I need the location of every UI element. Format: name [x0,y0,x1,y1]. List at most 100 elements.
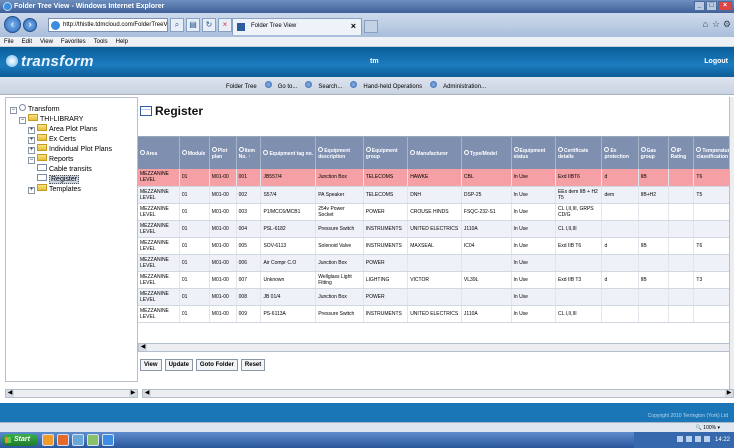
tree-node[interactable]: Cable transits [10,164,112,174]
tree-node[interactable]: + Ex Certs [10,134,112,144]
minimize-button[interactable]: _ [694,1,705,11]
close-window-button[interactable]: × [718,1,732,11]
tree-node[interactable]: + Individual Plot Plans [10,144,112,154]
column-header[interactable]: Ex protection [601,137,639,169]
menu-file[interactable]: File [4,37,14,46]
scroll-left-icon[interactable]: ◀ [6,390,14,397]
favorites-star-icon[interactable]: ☆ [712,19,720,30]
tree-node[interactable]: Register [10,174,112,184]
network-icon[interactable] [695,436,702,442]
tree-node[interactable]: − Transform [10,104,112,114]
menu-view[interactable]: View [40,37,53,46]
app-icon[interactable] [87,434,99,446]
column-header[interactable]: Equipment tag no. [260,137,317,169]
tray-icon[interactable] [677,436,684,442]
table-row[interactable]: MEZZANINE LEVEL 01 M01-00 003 P1/MCC6/MCB1 25… [138,203,734,221]
home-icon[interactable]: ⌂ [703,19,708,29]
column-header[interactable]: Type/Model [461,137,512,169]
expand-icon[interactable]: + [28,127,35,134]
refresh-icon[interactable]: ↻ [202,18,216,32]
menu-help[interactable]: Help [116,37,128,46]
nav-handheld[interactable]: Hand-held Operations [350,81,422,92]
column-header[interactable]: Temperature classification [693,137,734,169]
update-button[interactable]: Update [164,359,193,371]
outlook-icon[interactable] [42,434,54,446]
gear-icon[interactable]: ⚙ [723,19,731,30]
column-header[interactable]: Gas group [638,137,669,169]
reset-button[interactable]: Reset [240,359,266,371]
tab-close-icon[interactable]: × [351,19,356,34]
table-cell: 01 [179,220,210,238]
tray-icon[interactable] [686,436,693,442]
stop-icon[interactable]: × [218,18,232,32]
table-horizontal-scrollbar[interactable]: ◀ [138,343,734,352]
column-header[interactable]: Equipment status [511,137,556,169]
table-row[interactable]: MEZZANINE LEVEL 01 M01-00 008 JB 01/4 Junctio… [138,288,734,306]
goto-folder-button[interactable]: Goto Folder [195,359,238,371]
logout-link[interactable]: Logout [704,58,728,65]
ie-taskbar-icon[interactable] [102,434,114,446]
column-header[interactable]: Module [179,137,210,169]
table-row[interactable]: MEZZANINE LEVEL 01 M01-00 009 PS-6113A Pressu… [138,305,734,323]
collapse-icon[interactable]: − [19,117,26,124]
column-header[interactable]: IP Rating [668,137,695,169]
collapse-icon[interactable]: − [10,107,17,114]
column-header[interactable]: Area [138,137,180,169]
expand-icon[interactable]: + [28,137,35,144]
nav-strip: Folder Tree Go to... Search... Hand-held… [0,77,734,95]
table-row[interactable]: MEZZANINE LEVEL 01 M01-00 004 PSL-6182 Pressu… [138,220,734,238]
tree-node[interactable]: + Area Plot Plans [10,124,112,134]
menu-tools[interactable]: Tools [94,37,108,46]
nav-search[interactable]: Search... [305,81,342,92]
start-button[interactable]: Start [2,434,38,446]
compat-icon[interactable]: ▤ [186,18,200,32]
scroll-left-icon[interactable]: ◀ [139,344,147,351]
copyright-text: Copyright 2010 Terrington (York) Ltd [647,413,728,419]
tree-node[interactable]: + Templates [10,184,112,194]
scroll-right-icon[interactable]: ▶ [725,390,733,397]
column-header[interactable]: Manufacturer [407,137,462,169]
nav-administration[interactable]: Administration... [430,81,486,92]
report-icon [37,164,47,171]
nav-folder-tree[interactable]: Folder Tree [226,82,257,92]
address-bar[interactable]: http://thistle.tdmcloud.com/FolderTreeV [48,18,168,32]
table-cell [668,203,695,221]
table-row[interactable]: MEZZANINE LEVEL 01 M01-00 002 S57/4 PA Speake… [138,186,734,204]
table-row[interactable]: MEZZANINE LEVEL 01 M01-00 006 Air Compr C.O J… [138,254,734,272]
table-row[interactable]: MEZZANINE LEVEL 01 M01-00 007 Unknown Wellgla… [138,271,734,289]
tree-node[interactable]: − THI-LIBRARY [10,114,112,124]
scroll-right-icon[interactable]: ▶ [129,390,137,397]
table-cell: MEZZANINE LEVEL [138,203,180,221]
tree-horizontal-scrollbar[interactable]: ◀ ▶ [5,389,138,398]
page-vertical-scrollbar[interactable] [729,97,734,389]
nav-goto[interactable]: Go to... [264,81,297,92]
forward-arrow-icon[interactable]: › [23,18,37,32]
collapse-icon[interactable]: − [28,157,35,164]
browser-tab[interactable]: Folder Tree View × [232,18,362,35]
app-icon[interactable] [72,434,84,446]
column-header[interactable]: Equipment description [315,137,364,169]
volume-icon[interactable] [704,436,711,442]
column-header[interactable]: Plot plan [209,137,237,169]
view-button[interactable]: View [140,359,162,371]
menu-favorites[interactable]: Favorites [61,37,86,46]
back-arrow-icon[interactable]: ‹ [4,16,21,33]
expand-icon[interactable]: + [28,187,35,194]
maximize-button[interactable]: □ [706,1,717,11]
page-horizontal-scrollbar[interactable]: ◀ ▶ [142,389,734,398]
powerpoint-icon[interactable] [57,434,69,446]
table-cell [693,220,734,238]
scroll-left-icon[interactable]: ◀ [143,390,151,397]
menu-edit[interactable]: Edit [22,37,32,46]
table-cell: 01 [179,237,210,255]
table-row[interactable]: MEZZANINE LEVEL 01 M01-00 005 SOV-6113 Soleno… [138,237,734,255]
tree-node[interactable]: − Reports [10,154,112,164]
new-tab-button[interactable] [364,20,378,33]
column-header[interactable]: Equipment group [363,137,409,169]
column-header[interactable]: Certificate details [555,137,603,169]
table-row[interactable]: MEZZANINE LEVEL 01 M01-00 001 JB557/4 Junctio… [138,169,734,187]
expand-icon[interactable]: + [28,147,35,154]
column-header[interactable]: Item No. ↑ [236,137,262,169]
column-info-icon [211,146,217,152]
search-icon[interactable]: ⌕ [170,18,184,32]
